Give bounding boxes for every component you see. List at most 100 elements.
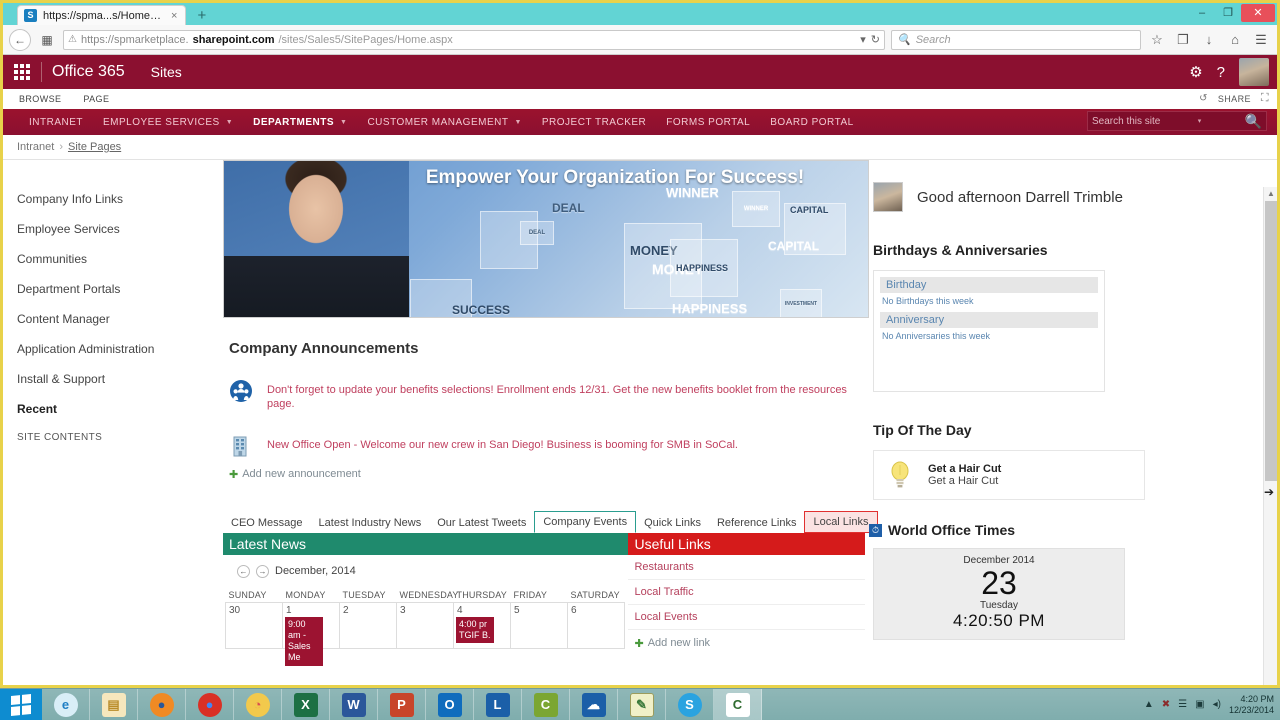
gear-icon[interactable]: ⚙ bbox=[1189, 63, 1202, 81]
page-scrollbar[interactable]: ▲ ▼ ➔ bbox=[1263, 187, 1277, 691]
calendar-cell[interactable]: 1 9:00 am - Sales Me bbox=[282, 601, 340, 666]
minimize-button[interactable]: – bbox=[1189, 4, 1215, 22]
announcement-item[interactable]: Don't forget to update your benefits sel… bbox=[229, 379, 865, 412]
tab-browse[interactable]: BROWSE bbox=[19, 94, 61, 104]
calendar-cell[interactable]: 6 bbox=[567, 601, 625, 649]
plus-icon: ✚ bbox=[634, 637, 644, 650]
bookmark-star-icon[interactable]: ☆ bbox=[1147, 32, 1167, 48]
taskbar-paint-icon[interactable]: ◔ bbox=[234, 688, 282, 720]
taskbar-internet-explorer-icon[interactable]: e bbox=[42, 688, 90, 720]
scroll-up-icon[interactable]: ▲ bbox=[1264, 187, 1277, 201]
topnav-item-board-portal[interactable]: BOARD PORTAL bbox=[760, 117, 863, 128]
sidebar-item-company-info-links[interactable]: Company Info Links bbox=[17, 192, 215, 206]
sidebar-item-install-support[interactable]: Install & Support bbox=[17, 372, 215, 386]
scrollbar-thumb[interactable] bbox=[1265, 201, 1277, 481]
site-search-dropdown-icon[interactable]: ▾ bbox=[1198, 117, 1202, 125]
sidebar-item-communities[interactable]: Communities bbox=[17, 252, 215, 266]
calendar-event[interactable]: 4:00 pr TGIF B. bbox=[456, 616, 494, 644]
windows-start-icon[interactable] bbox=[0, 688, 42, 720]
sidebar-item-department-portals[interactable]: Department Portals bbox=[17, 282, 215, 296]
calendar-prev-icon[interactable]: ← bbox=[237, 564, 250, 578]
close-window-button[interactable]: ✕ bbox=[1241, 4, 1275, 22]
tab-latest-industry-news[interactable]: Latest Industry News bbox=[311, 513, 430, 533]
taskbar-camtasia-studio-icon[interactable]: C bbox=[714, 688, 762, 720]
address-dropdown-icon[interactable]: ▾ bbox=[860, 33, 866, 46]
sidebar-item-recent[interactable]: Recent bbox=[17, 402, 215, 416]
link-restaurants[interactable]: Restaurants bbox=[628, 555, 865, 580]
taskbar-outlook-icon[interactable]: O bbox=[426, 688, 474, 720]
home-icon[interactable]: ⌂ bbox=[1225, 32, 1245, 47]
tab-our-latest-tweets[interactable]: Our Latest Tweets bbox=[429, 513, 534, 533]
taskbar-word-icon[interactable]: W bbox=[330, 688, 378, 720]
topnav-item-intranet[interactable]: INTRANET bbox=[19, 117, 93, 128]
topnav-item-employee-services[interactable]: EMPLOYEE SERVICES ▼ bbox=[93, 117, 243, 128]
sidebar-item-site-contents[interactable]: SITE CONTENTS bbox=[17, 432, 215, 443]
address-bar[interactable]: ⚠ https://spmarketplace. sharepoint.com/s… bbox=[63, 29, 885, 50]
tab-company-events[interactable]: Company Events bbox=[534, 510, 637, 533]
add-new-announcement-link[interactable]: ✚ Add new announcement bbox=[229, 468, 865, 481]
app-launcher-waffle-icon[interactable] bbox=[3, 55, 37, 89]
user-photo bbox=[873, 182, 903, 212]
browser-tab[interactable]: S https://spma...s/Home.aspx × bbox=[17, 5, 187, 25]
topnav-item-project-tracker[interactable]: PROJECT TRACKER bbox=[532, 117, 656, 128]
taskbar-skype-icon[interactable]: S bbox=[666, 688, 714, 720]
sidebar-item-content-manager[interactable]: Content Manager bbox=[17, 312, 215, 326]
reading-view-icon[interactable]: ▦ bbox=[37, 30, 57, 50]
network-icon[interactable]: ☰ bbox=[1178, 699, 1187, 710]
sidebar-item-application-administration[interactable]: Application Administration bbox=[17, 342, 215, 356]
calendar-cell[interactable]: 30 bbox=[225, 601, 283, 649]
breadcrumb-current[interactable]: Site Pages bbox=[68, 141, 121, 153]
link-local-events[interactable]: Local Events bbox=[628, 605, 865, 630]
new-tab-button[interactable]: + bbox=[192, 7, 211, 25]
tab-page[interactable]: PAGE bbox=[83, 94, 109, 104]
antivirus-icon[interactable]: ✖ bbox=[1162, 699, 1170, 710]
taskbar-clock[interactable]: 4:20 PM 12/23/2014 bbox=[1229, 694, 1274, 715]
help-icon[interactable]: ? bbox=[1217, 64, 1225, 81]
reading-list-icon[interactable]: ❐ bbox=[1173, 32, 1193, 48]
calendar-next-icon[interactable]: → bbox=[256, 564, 269, 578]
show-hidden-icons[interactable]: ▲ bbox=[1144, 699, 1154, 710]
focus-on-content-icon[interactable]: ⛶ bbox=[1261, 92, 1269, 105]
link-local-traffic[interactable]: Local Traffic bbox=[628, 580, 865, 605]
calendar-event[interactable]: 9:00 am - Sales Me bbox=[285, 616, 323, 666]
taskbar-excel-icon[interactable]: X bbox=[282, 688, 330, 720]
topnav-item-forms-portal[interactable]: FORMS PORTAL bbox=[656, 117, 760, 128]
taskbar-camtasia-icon[interactable]: C bbox=[522, 688, 570, 720]
restore-button[interactable]: ❐ bbox=[1215, 4, 1241, 22]
browser-search-box[interactable]: 🔍 Search bbox=[891, 29, 1141, 50]
tab-reference-links[interactable]: Reference Links bbox=[709, 513, 805, 533]
tab-close-icon[interactable]: × bbox=[171, 10, 177, 22]
calendar-cell[interactable]: 2 bbox=[339, 601, 397, 649]
magnifier-icon[interactable]: 🔍 bbox=[1245, 113, 1262, 130]
add-new-link[interactable]: ✚ Add new link bbox=[628, 630, 865, 657]
topnav-item-customer-management[interactable]: CUSTOMER MANAGEMENT ▼ bbox=[357, 117, 531, 128]
site-search-box[interactable]: Search this site ▾ 🔍 bbox=[1087, 111, 1267, 131]
taskbar-snagit-icon[interactable]: ✎ bbox=[618, 688, 666, 720]
reload-icon[interactable]: ↻ bbox=[871, 33, 880, 46]
taskbar-chrome-icon[interactable]: ● bbox=[186, 688, 234, 720]
sidebar-item-employee-services[interactable]: Employee Services bbox=[17, 222, 215, 236]
sites-link[interactable]: Sites bbox=[151, 64, 182, 80]
tab-ceo-message[interactable]: CEO Message bbox=[223, 513, 311, 533]
announcement-item[interactable]: New Office Open - Welcome our new crew i… bbox=[229, 434, 865, 458]
topnav-item-departments[interactable]: DEPARTMENTS ▼ bbox=[243, 117, 357, 128]
downloads-icon[interactable]: ↓ bbox=[1199, 32, 1219, 47]
action-center-icon[interactable]: ▣ bbox=[1195, 699, 1204, 710]
tab-quick-links[interactable]: Quick Links bbox=[636, 513, 709, 533]
calendar-cell[interactable]: 5 bbox=[510, 601, 568, 649]
taskbar-lync-icon[interactable]: L bbox=[474, 688, 522, 720]
taskbar-onedrive-icon[interactable]: ☁ bbox=[570, 688, 618, 720]
taskbar-powerpoint-icon[interactable]: P bbox=[378, 688, 426, 720]
calendar-cell[interactable]: 3 bbox=[396, 601, 454, 649]
calendar-navigation: ← → December, 2014 bbox=[237, 564, 628, 578]
taskbar-firefox-icon[interactable]: ● bbox=[138, 688, 186, 720]
taskbar-file-explorer-icon[interactable]: ▤ bbox=[90, 688, 138, 720]
back-button[interactable]: ← bbox=[9, 28, 31, 51]
menu-icon[interactable]: ☰ bbox=[1251, 32, 1271, 48]
share-link[interactable]: SHARE bbox=[1218, 94, 1251, 104]
office365-brand[interactable]: Office 365 bbox=[52, 63, 125, 81]
calendar-cell[interactable]: 4 4:00 pr TGIF B. bbox=[453, 601, 511, 649]
user-avatar[interactable] bbox=[1239, 58, 1269, 86]
breadcrumb-root[interactable]: Intranet bbox=[17, 141, 54, 153]
volume-icon[interactable]: ◂) bbox=[1213, 699, 1221, 710]
